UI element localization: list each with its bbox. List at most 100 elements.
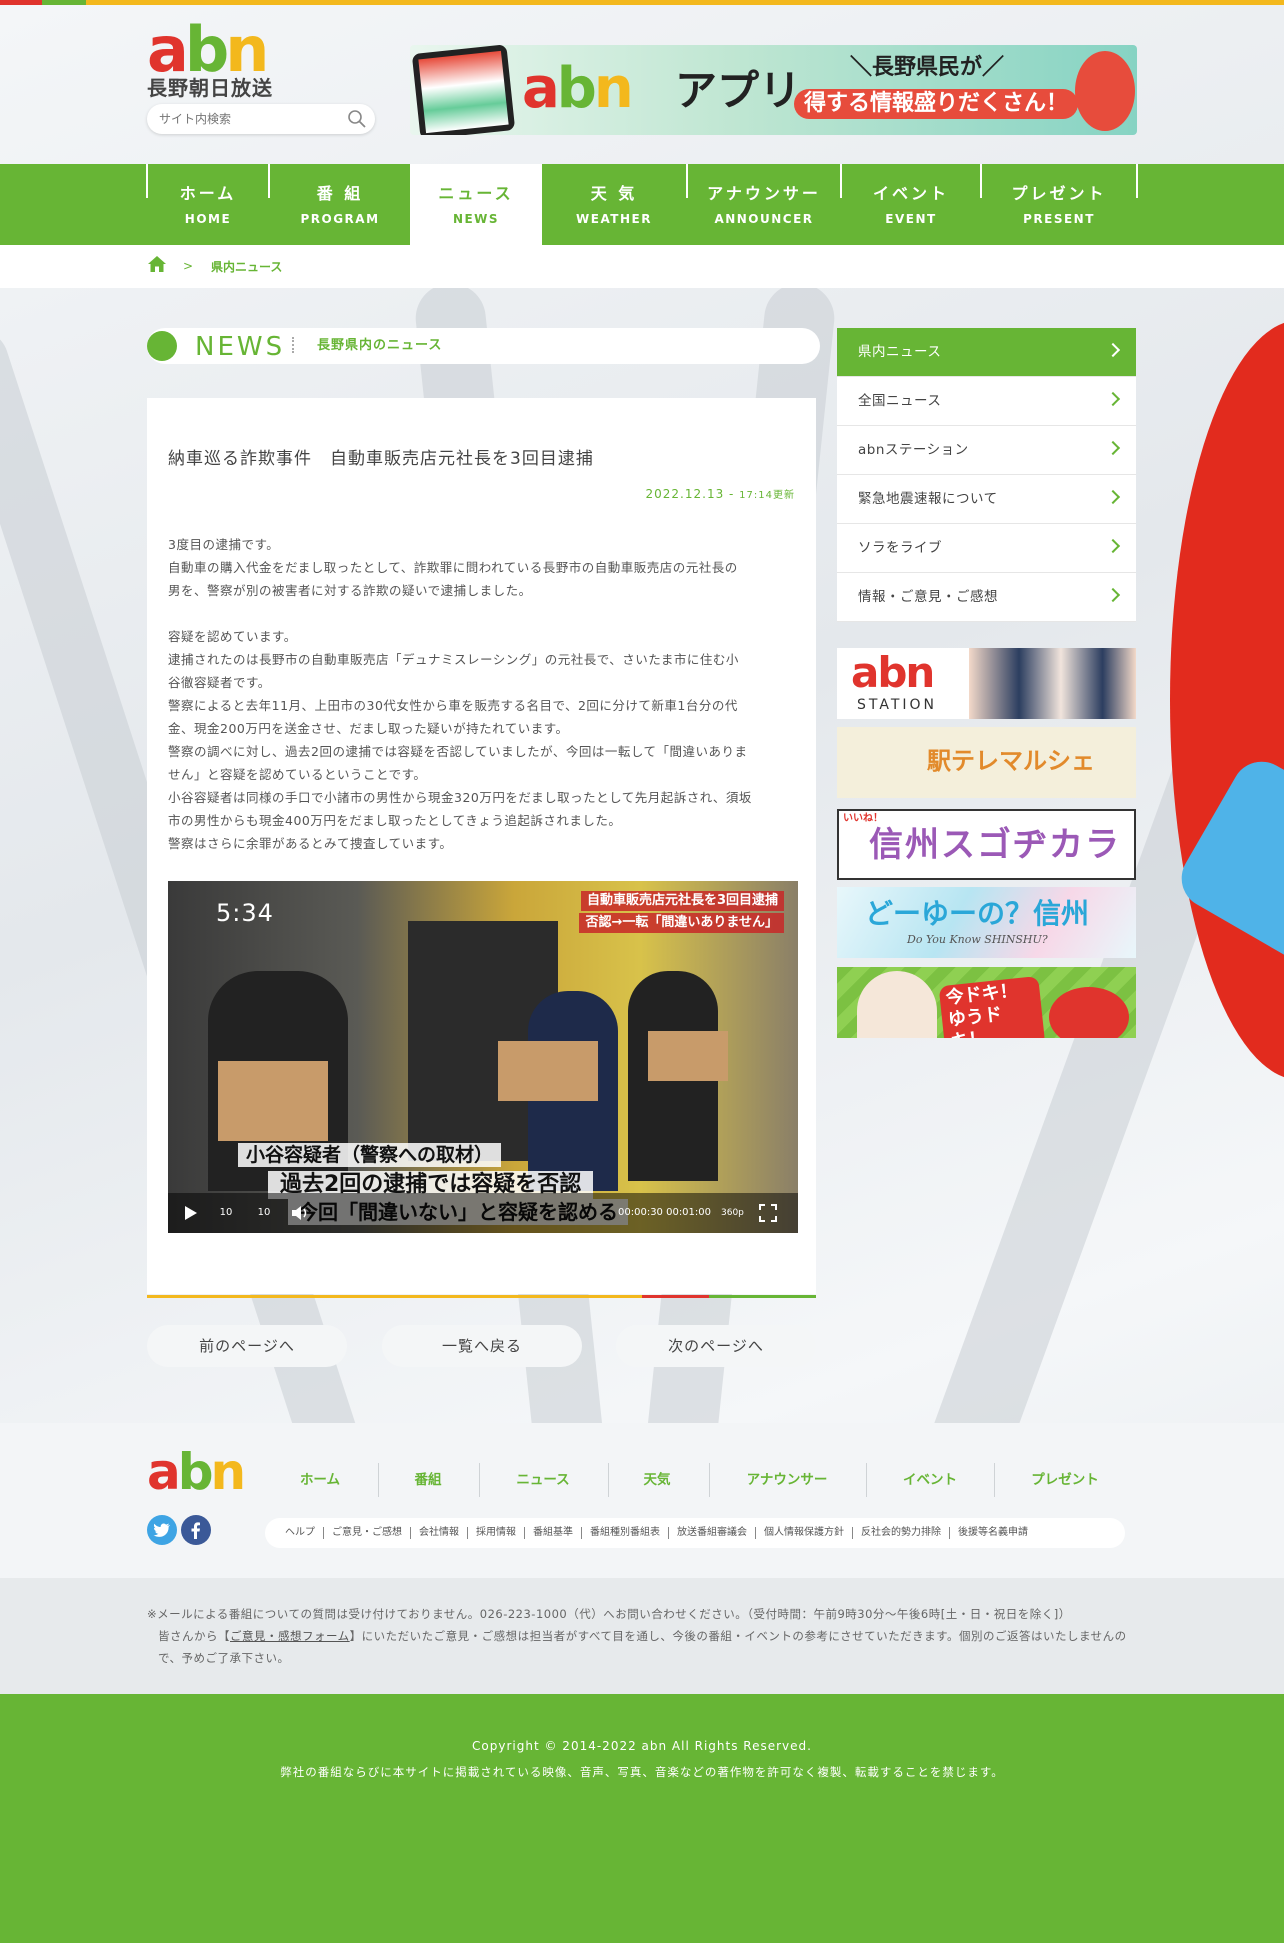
footer-link-company[interactable]: 会社情報 <box>410 1527 467 1539</box>
video-caption: 否認→一転「間違いありません」 <box>579 913 784 933</box>
news-header-jp: 長野県内のニュース <box>317 338 443 353</box>
footer-nav-program[interactable]: 番組 <box>388 1472 468 1488</box>
forward-10-icon[interactable]: 10 <box>254 1203 274 1223</box>
footer-nav-event[interactable]: イベント <box>880 1472 980 1488</box>
video-frame-scene <box>498 1041 598 1101</box>
footer-link-help[interactable]: ヘルプ <box>285 1527 323 1539</box>
footer-nav-home[interactable]: ホーム <box>280 1472 360 1488</box>
search-input[interactable] <box>159 109 339 129</box>
footer-link-standards[interactable]: 番組基準 <box>524 1527 581 1539</box>
footer-divider <box>378 1463 379 1497</box>
copyright-footer: Copyright © 2014-2022 abn All Rights Res… <box>0 1694 1284 1943</box>
app-banner[interactable]: abn アプリ ＼長野県民が／ 得する情報盛りだくさん！ <box>410 45 1137 135</box>
sidebar-item-local-news[interactable]: 県内ニュース <box>837 328 1136 377</box>
back-to-list-button[interactable]: 一覧へ戻る <box>382 1325 582 1367</box>
app-banner-tagline2: 得する情報盛りだくさん！ <box>794 89 1079 119</box>
video-player[interactable]: 5:34 自動車販売店元社長を3回目逮捕 否認→一転「間違いありません」 小谷容… <box>168 881 798 1233</box>
article-paragraph: 男を、警察が別の被害者に対する詐欺の疑いで逮捕しました。 <box>168 583 532 598</box>
article-paragraph <box>168 602 796 625</box>
sidebar-item-abn-station[interactable]: abnステーション <box>837 426 1136 475</box>
video-clock: 5:34 <box>216 899 274 927</box>
nav-item-weather[interactable]: 天 気 WEATHER <box>542 164 686 245</box>
breadcrumb-current[interactable]: 県内ニュース <box>211 258 282 275</box>
footer-note: ※メールによる番組についての質問は受け付けておりません。026-223-1000… <box>147 1607 1071 1621</box>
sidebar-item-national-news[interactable]: 全国ニュース <box>837 377 1136 426</box>
banner-abn-station[interactable]: abn STATION <box>837 648 1136 719</box>
search-icon[interactable] <box>347 109 367 129</box>
sidebar-menu: 県内ニュース 全国ニュース abnステーション 緊急地震速報について ソラをライ… <box>837 328 1136 622</box>
sidebar-item-sora-live[interactable]: ソラをライブ <box>837 524 1136 573</box>
article: 納車巡る詐欺事件 自動車販売店元社長を3回目逮捕 2022.12.13 - 17… <box>147 398 816 1298</box>
fullscreen-icon[interactable] <box>758 1203 778 1223</box>
footer-note-text: 】にいただいたご意見・ご感想は担当者がすべて目を通し、今後の番組・イベントの参考… <box>349 1629 1127 1643</box>
video-subtitle: 小谷容疑者（警察への取材） <box>238 1143 502 1167</box>
banner-imadoki-yudoki[interactable]: 今ドキ！ゆうドキ！ <box>837 967 1136 1038</box>
article-paragraph: 市の男性からも現金400万円をだまし取ったとしてきょう追起訴されました。 <box>168 813 622 828</box>
footer-note: 皆さんから【ご意見・感想フォーム】にいただいたご意見・ご感想は担当者がすべて目を… <box>158 1625 1158 1647</box>
breadcrumb-separator: > <box>183 259 194 273</box>
banner-do-you-know-shinshu[interactable]: どーゆーの？信州 Do You Know SHINSHU? <box>837 887 1136 958</box>
home-icon[interactable] <box>147 255 167 273</box>
news-section-header: NEWS 長野県内のニュース <box>147 328 820 364</box>
sidebar-item-feedback[interactable]: 情報・ご意見・ご感想 <box>837 573 1136 622</box>
rewind-10-icon[interactable]: 10 <box>216 1203 236 1223</box>
play-icon[interactable] <box>180 1203 200 1223</box>
app-banner-tagline2-text: する情報盛りだくさん！ <box>826 91 1069 116</box>
video-controls: 10 10 00:00:30 00:01:00 360p <box>168 1193 798 1233</box>
article-paragraph: 金、現金200万円を送金させ、だまし取った疑いが持たれています。 <box>168 721 569 736</box>
nav-item-home[interactable]: ホーム HOME <box>148 164 268 245</box>
logo-mark: abn <box>147 13 269 86</box>
footer-logo[interactable]: abn <box>147 1447 246 1497</box>
twitter-icon[interactable] <box>147 1515 177 1545</box>
sidebar-item-earthquake-alert[interactable]: 緊急地震速報について <box>837 475 1136 524</box>
footer-links: ヘルプ ご意見・ご感想 会社情報 採用情報 番組基準 番組種別番組表 放送番組審議会 個人情報… <box>265 1518 1125 1548</box>
prev-page-button[interactable]: 前のページへ <box>147 1325 347 1367</box>
article-paragraph: 自動車の購入代金をだまし取ったとして、詐欺罪に問われている長野市の自動車販売店の… <box>168 560 738 575</box>
volume-icon[interactable] <box>290 1203 310 1223</box>
chevron-right-icon <box>1105 342 1121 358</box>
footer-note: で、予めご了承下さい。 <box>158 1651 290 1665</box>
copyright-notice: 弊社の番組ならびに本サイトに掲載されている映像、音声、写真、音楽などの著作物を許… <box>280 1765 1004 1779</box>
footer-link-program-types[interactable]: 番組種別番組表 <box>581 1527 668 1539</box>
video-frame-scene <box>218 1061 328 1141</box>
quality-button[interactable]: 360p <box>721 1207 744 1219</box>
article-updated: 17:14更新 <box>739 490 795 501</box>
sidebar-item-label: ソラをライブ <box>858 540 942 556</box>
footer-link-antisocial[interactable]: 反社会的勢力排除 <box>852 1527 949 1539</box>
app-banner-logo: abn <box>522 56 634 121</box>
footer-link-feedback[interactable]: ご意見・ご感想 <box>323 1527 410 1539</box>
footer-link-sponsorship[interactable]: 後援等名義申請 <box>949 1527 1036 1539</box>
article-paragraph: せん」と容疑を認めているということです。 <box>168 767 427 782</box>
article-title: 納車巡る詐欺事件 自動車販売店元社長を3回目逮捕 <box>168 449 594 469</box>
banner-shinshu-sugojikara[interactable]: いいね！ 信州スゴヂカラ <box>837 809 1136 880</box>
facebook-icon[interactable] <box>181 1515 211 1545</box>
article-bottom-rule <box>147 1295 816 1298</box>
banner-eki-marche[interactable]: 駅テレマルシェ <box>837 727 1136 798</box>
article-paragraph: 逮捕されたのは長野市の自動車販売店「デュナミスレーシング」の元社長で、さいたま市… <box>168 652 739 667</box>
background-character <box>1170 320 1284 1080</box>
nav-item-news[interactable]: ニュース NEWS <box>410 164 542 245</box>
nav-item-event[interactable]: イベント EVENT <box>842 164 980 245</box>
footer-link-council[interactable]: 放送番組審議会 <box>668 1527 755 1539</box>
footer-nav-weather[interactable]: 天気 <box>617 1472 697 1488</box>
footer-link-privacy[interactable]: 個人情報保護方針 <box>755 1527 852 1539</box>
article-paragraph: 小谷容疑者は同様の手口で小諸市の男性から現金320万円をだまし取ったとして先月起… <box>168 790 752 805</box>
footer-link-recruit[interactable]: 採用情報 <box>467 1527 524 1539</box>
logo-subtitle: 長野朝日放送 <box>147 76 273 100</box>
nav-item-announcer[interactable]: アナウンサー ANNOUNCER <box>688 164 840 245</box>
feedback-form-link[interactable]: ご意見・感想フォーム <box>230 1629 350 1643</box>
nav-item-present[interactable]: プレゼント PRESENT <box>982 164 1136 245</box>
nav-item-program[interactable]: 番 組 PROGRAM <box>270 164 410 245</box>
article-date-value: 2022.12.13 - <box>645 487 740 501</box>
app-banner-title: アプリ <box>675 66 802 115</box>
site-logo[interactable]: abn 長野朝日放送 <box>147 13 287 101</box>
video-caption: 自動車販売店元社長を3回目逮捕 <box>580 891 784 911</box>
news-header-en: NEWS <box>195 332 286 362</box>
news-dot-icon <box>147 331 177 361</box>
article-paragraph: 警察によると去年11月、上田市の30代女性から車を販売する名目で、2回に分けて新… <box>168 698 738 713</box>
next-page-button[interactable]: 次のページへ <box>616 1325 816 1367</box>
footer-nav-present[interactable]: プレゼント <box>1010 1472 1120 1488</box>
footer-nav-announcer[interactable]: アナウンサー <box>727 1472 847 1488</box>
article-paragraph: 警察はさらに余罪があるとみて捜査しています。 <box>168 836 453 851</box>
footer-nav-news[interactable]: ニュース <box>493 1472 593 1488</box>
